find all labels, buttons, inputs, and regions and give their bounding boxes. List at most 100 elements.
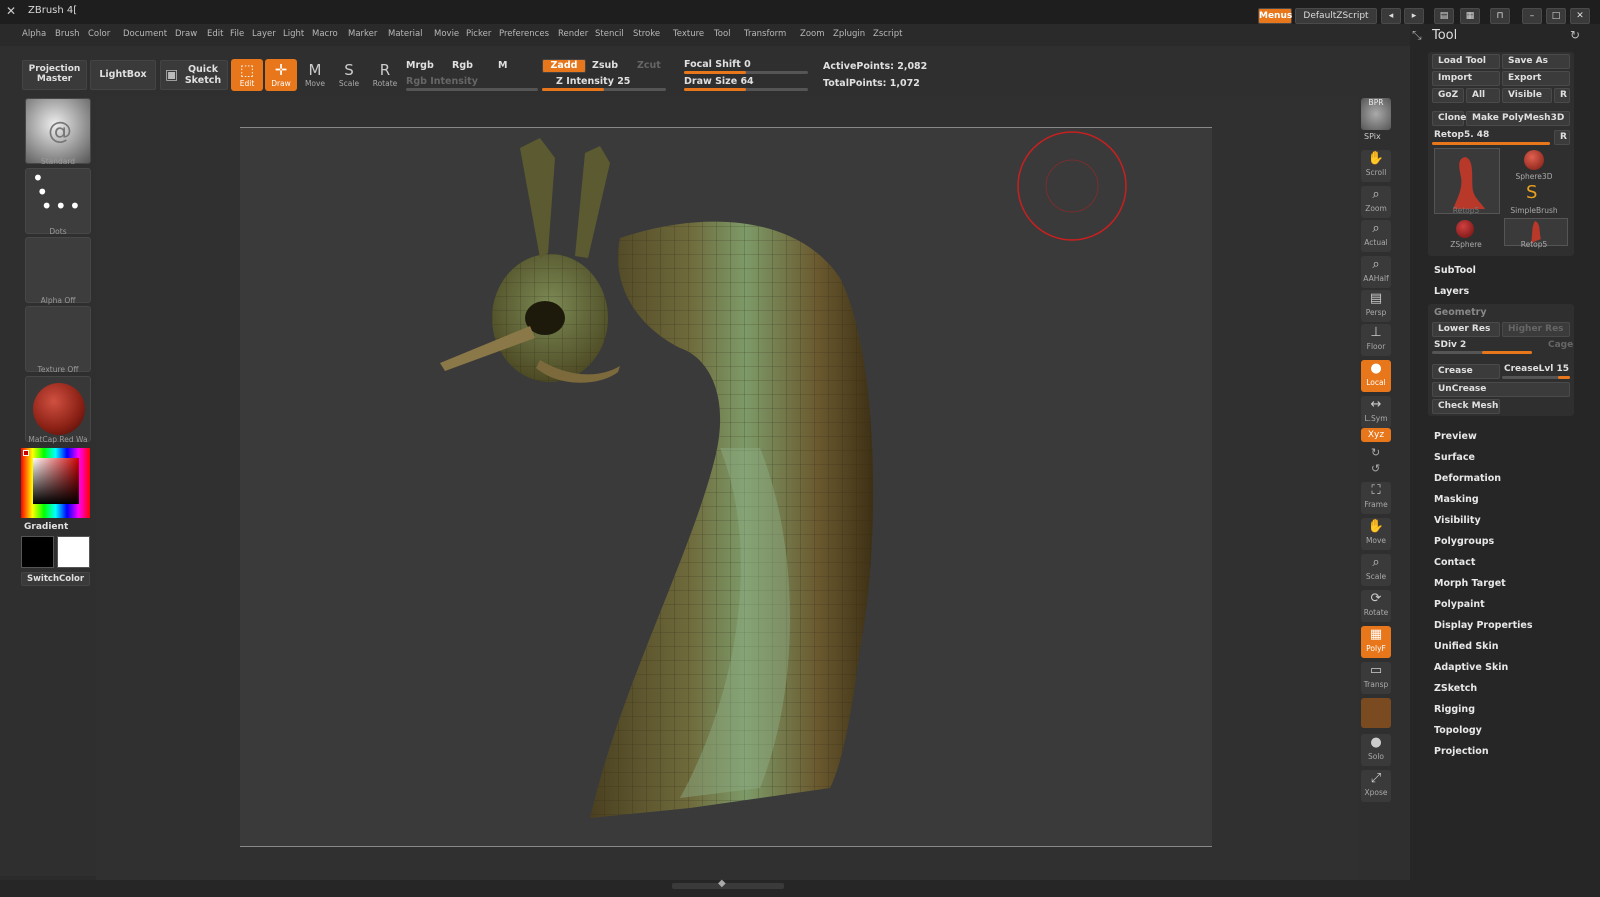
lock-icon[interactable]: ⊓: [1490, 8, 1510, 24]
refresh-icon[interactable]: ↻: [1570, 28, 1580, 42]
sdiv-slider[interactable]: SDiv 2: [1434, 340, 1466, 350]
menu-draw[interactable]: Draw: [175, 29, 197, 39]
focal-shift-track[interactable]: [684, 71, 808, 74]
default-zscript-button[interactable]: DefaultZScript: [1295, 8, 1377, 24]
zsketch-section[interactable]: ZSketch: [1434, 683, 1477, 694]
scale-button[interactable]: S Scale: [333, 59, 365, 91]
rgb-intensity-slider[interactable]: Rgb Intensity: [406, 76, 478, 87]
menu-tool[interactable]: Tool: [714, 29, 731, 39]
masking-section[interactable]: Masking: [1434, 494, 1479, 505]
clone-button[interactable]: Clone: [1432, 111, 1466, 126]
current-tool-slider[interactable]: Retop5. 48: [1434, 130, 1489, 140]
rgb-button[interactable]: Rgb: [452, 60, 473, 71]
palette-right-icon[interactable]: ▸: [1404, 8, 1424, 24]
zsphere-icon[interactable]: [1456, 220, 1474, 238]
display-properties-section[interactable]: Display Properties: [1434, 620, 1532, 631]
contact-section[interactable]: Contact: [1434, 557, 1475, 568]
z-intensity-track[interactable]: [542, 88, 666, 91]
surface-section[interactable]: Surface: [1434, 452, 1475, 463]
menu-layer[interactable]: Layer: [252, 29, 276, 39]
solo-button[interactable]: ● Solo: [1361, 734, 1391, 766]
preview-section[interactable]: Preview: [1434, 431, 1477, 442]
draw-size-track[interactable]: [684, 88, 808, 91]
frame-button[interactable]: ⛶ Frame: [1361, 482, 1391, 514]
higher-res-button[interactable]: Higher Res: [1502, 322, 1570, 337]
scale-view-button[interactable]: ⌕ Scale: [1361, 554, 1391, 586]
stroke-thumbnail[interactable]: • • • • •: [25, 168, 91, 234]
menu-color[interactable]: Color: [88, 29, 110, 39]
menu-stencil[interactable]: Stencil: [595, 29, 624, 39]
transp-button[interactable]: ▭ Transp: [1361, 662, 1391, 694]
draw-button[interactable]: ✛ Draw: [265, 59, 297, 91]
projection-section[interactable]: Projection: [1434, 746, 1489, 757]
rgb-intensity-track[interactable]: [406, 88, 538, 91]
m-button[interactable]: M: [498, 60, 507, 71]
menu-file[interactable]: File: [230, 29, 244, 39]
menus-button[interactable]: Menus: [1258, 8, 1292, 24]
alpha-thumbnail[interactable]: [25, 237, 91, 303]
deformation-section[interactable]: Deformation: [1434, 473, 1501, 484]
menu-macro[interactable]: Macro: [312, 29, 338, 39]
palette-left-icon[interactable]: ◂: [1381, 8, 1401, 24]
menu-picker[interactable]: Picker: [466, 29, 491, 39]
aahalf-button[interactable]: ⌕ AAHalf: [1361, 256, 1391, 288]
zoom-button[interactable]: ⌕ Zoom: [1361, 186, 1391, 218]
layout-icon[interactable]: ▤: [1434, 8, 1454, 24]
floor-button[interactable]: ⊥ Floor: [1361, 324, 1391, 356]
menu-zscript[interactable]: Zscript: [873, 29, 903, 39]
move-view-button[interactable]: ✋ Move: [1361, 518, 1391, 550]
focal-shift-slider[interactable]: Focal Shift 0: [684, 59, 751, 70]
switch-color-button[interactable]: SwitchColor: [21, 572, 90, 586]
sphere3d-icon[interactable]: [1524, 150, 1544, 170]
zadd-button[interactable]: Zadd: [542, 59, 586, 73]
scroll-button[interactable]: ✋ Scroll: [1361, 150, 1391, 182]
save-as-button[interactable]: Save As: [1502, 54, 1570, 69]
polypaint-section[interactable]: Polypaint: [1434, 599, 1485, 610]
unified-skin-section[interactable]: Unified Skin: [1434, 641, 1499, 652]
import-button[interactable]: Import: [1432, 71, 1500, 86]
export-button[interactable]: Export: [1502, 71, 1570, 86]
rotate-axis-icon[interactable]: ↻: [1371, 446, 1380, 459]
secondary-color-swatch[interactable]: [57, 536, 90, 568]
menu-alpha[interactable]: Alpha: [22, 29, 46, 39]
material-thumbnail[interactable]: [25, 376, 91, 442]
maximize-icon[interactable]: □: [1546, 8, 1566, 24]
color-square[interactable]: [33, 458, 79, 504]
expand-arrow-icon[interactable]: ◆: [718, 878, 726, 889]
zcut-button[interactable]: Zcut: [637, 60, 661, 71]
projection-master-button[interactable]: Projection Master: [22, 60, 87, 90]
menu-brush[interactable]: Brush: [55, 29, 80, 39]
check-mesh-button[interactable]: Check Mesh: [1432, 399, 1500, 414]
subtool-section[interactable]: SubTool: [1434, 265, 1476, 276]
z-intensity-slider[interactable]: Z Intensity 25: [556, 76, 630, 87]
rotate-view-button[interactable]: ⟳ Rotate: [1361, 590, 1391, 622]
zsub-button[interactable]: Zsub: [592, 60, 618, 71]
polyf-button[interactable]: ▦ PolyF: [1361, 626, 1391, 658]
color-picker[interactable]: [21, 448, 90, 518]
rigging-section[interactable]: Rigging: [1434, 704, 1475, 715]
edit-button[interactable]: ⬚ Edit: [231, 59, 263, 91]
layers-section[interactable]: Layers: [1434, 286, 1469, 297]
load-tool-button[interactable]: Load Tool: [1432, 54, 1500, 69]
spix-label[interactable]: SPix: [1364, 132, 1381, 141]
minimize-icon[interactable]: –: [1522, 8, 1542, 24]
quick-sketch-button[interactable]: ▣ Quick Sketch: [160, 60, 228, 90]
rotate-axis2-icon[interactable]: ↺: [1371, 462, 1380, 475]
visibility-section[interactable]: Visibility: [1434, 515, 1481, 526]
menu-transform[interactable]: Transform: [744, 29, 786, 39]
adaptive-skin-section[interactable]: Adaptive Skin: [1434, 662, 1508, 673]
crease-button[interactable]: Crease: [1432, 364, 1500, 379]
current-tool-track[interactable]: [1432, 142, 1550, 145]
subtool-thumb-retop5[interactable]: [1434, 148, 1500, 214]
close-icon[interactable]: ✕: [1570, 8, 1590, 24]
menu-stroke[interactable]: Stroke: [633, 29, 660, 39]
menu-material[interactable]: Material: [388, 29, 423, 39]
topology-section[interactable]: Topology: [1434, 725, 1482, 736]
menu-render[interactable]: Render: [558, 29, 588, 39]
lsym-button[interactable]: ↔ L.Sym: [1361, 396, 1391, 428]
mrgb-button[interactable]: Mrgb: [406, 60, 434, 71]
xyz-button[interactable]: Xyz: [1361, 428, 1391, 442]
lightbox-button[interactable]: LightBox: [90, 60, 156, 90]
local-button[interactable]: ● Local: [1361, 360, 1391, 392]
bottom-shelf-toggle[interactable]: [672, 883, 784, 889]
